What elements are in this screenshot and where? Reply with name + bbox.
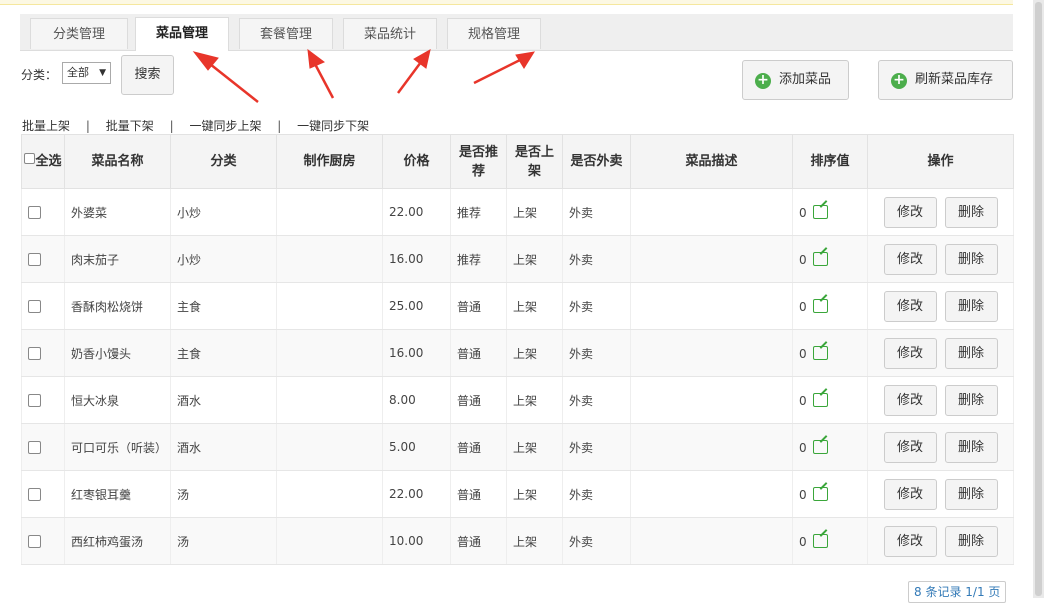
arrow-head bbox=[413, 49, 431, 69]
annotation-arrows bbox=[192, 48, 536, 103]
arrow-line bbox=[396, 61, 423, 94]
arrow-line bbox=[209, 63, 259, 103]
arrow-head bbox=[515, 51, 536, 69]
arrow-head bbox=[307, 48, 325, 69]
arrow-line bbox=[473, 58, 521, 85]
arrow-line bbox=[313, 63, 335, 99]
